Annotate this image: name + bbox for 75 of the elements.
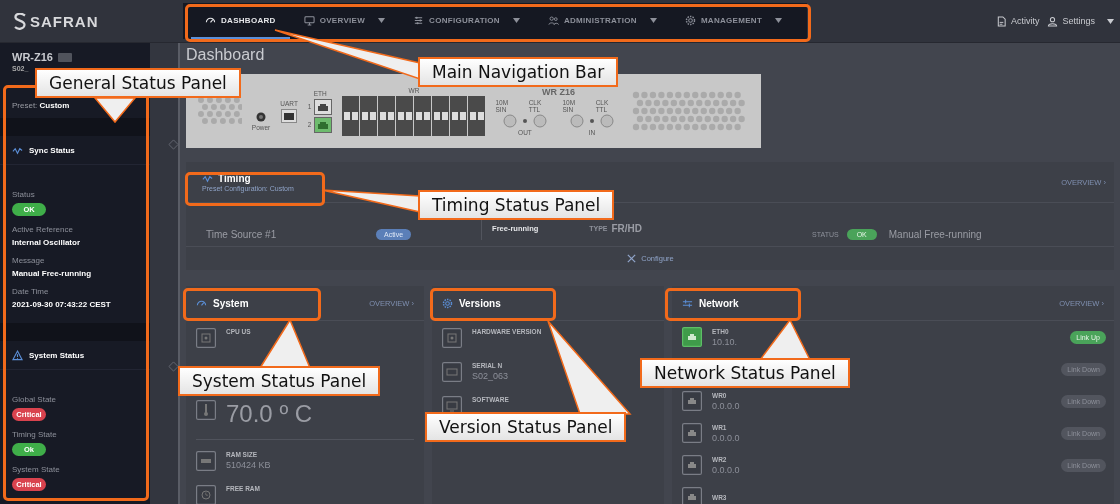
interface-address: 0.0.0.0 [712, 432, 740, 443]
section-title: Sync Status [29, 145, 75, 155]
version-value: S02_063 [472, 371, 509, 381]
caret-icon [775, 17, 783, 23]
gear-icon [442, 297, 453, 309]
nav-tab[interactable]: MANAGEMENT [670, 3, 797, 39]
device-name: WR-Z16 [12, 51, 53, 63]
callout-label: Main Navigation Bar [418, 57, 619, 87]
page-title: Dashboard [186, 46, 265, 65]
caret-icon [378, 17, 386, 23]
callout-label: System Status Panel [178, 366, 381, 396]
port-icon [682, 423, 702, 443]
diamond-icon [168, 139, 179, 150]
field-value: Internal Oscillator [12, 238, 82, 247]
port-icon [682, 391, 702, 411]
logo-icon [14, 12, 26, 30]
callout-pointer [93, 97, 137, 124]
field-label: Active Reference [12, 225, 74, 234]
panel-title: Versions [459, 297, 501, 309]
version-chip [57, 52, 72, 62]
callout-label: General Status Panel [35, 68, 241, 98]
bnc-connectors-drawing [501, 113, 548, 128]
document-icon [995, 15, 1007, 27]
gear-icon [684, 14, 696, 26]
section-title: System Status [29, 350, 85, 360]
field-label: System State [12, 465, 61, 474]
field-label: Message [12, 256, 46, 265]
panel-title: System [213, 297, 249, 309]
panel-title: Network [699, 297, 739, 309]
field-label: Status [12, 190, 36, 199]
port-icon [682, 455, 702, 475]
caret-icon [649, 17, 657, 23]
callout-label: Timing Status Panel [418, 190, 615, 220]
field-value: 2021-09-30 07:43:22 CEST [12, 300, 112, 309]
field-value: Manual Free-running [12, 269, 93, 278]
port-icon [682, 327, 702, 347]
nav-tab[interactable]: ADMINISTRATION [533, 3, 671, 39]
field-label: Timing State [12, 430, 58, 439]
callout-pointer [258, 318, 312, 369]
interface-address: 10.10. [712, 336, 738, 347]
memory-icon [196, 451, 216, 471]
sliders-icon [413, 14, 425, 26]
vent-grille-drawing [196, 96, 242, 126]
monitor-icon [303, 14, 315, 26]
type-value: FR/HD [611, 222, 643, 234]
port-icon [281, 108, 298, 123]
top-link[interactable]: Activity [995, 15, 1040, 27]
caret-icon [1107, 18, 1114, 24]
caret-icon [512, 17, 520, 23]
thermometer-icon [196, 400, 216, 420]
preset-text: Preset: Custom [12, 101, 70, 110]
brand-name: SAFRAN [30, 12, 99, 30]
field-label: Global State [12, 395, 58, 404]
people-icon [547, 14, 559, 26]
source-name: Time Source #1 [205, 229, 278, 240]
network-icon [682, 297, 693, 309]
user-icon [1047, 15, 1059, 27]
status-message: Manual Free-running [888, 229, 982, 240]
top-link[interactable]: Settings [1047, 15, 1114, 27]
bnc-connectors-drawing [568, 113, 615, 128]
callout-label: Version Status Panel [425, 412, 627, 442]
chip-icon [442, 328, 462, 348]
interface-address: 0.0.0.0 [712, 464, 740, 475]
warning-icon [12, 349, 23, 361]
metric-value: 70.0 º C [226, 400, 313, 428]
board-icon [442, 362, 462, 382]
diamond-icon [168, 361, 179, 372]
metric-value: 510424 KB [226, 460, 271, 470]
field-label: Date Time [12, 287, 50, 296]
connector-icon [256, 111, 267, 122]
interface-address: 0.0.0.0 [712, 400, 740, 411]
tools-icon [626, 252, 638, 264]
callout-label: Network Status Panel [640, 358, 850, 388]
model-label: WR Z16 [541, 86, 575, 97]
chip-icon [196, 328, 216, 348]
